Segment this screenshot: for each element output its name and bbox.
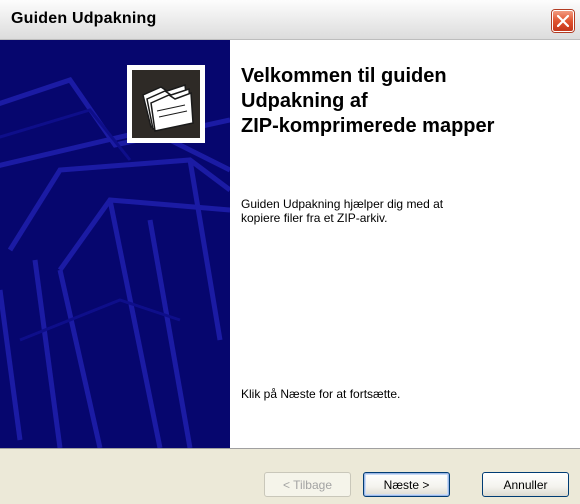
heading-line: Udpakning af [241, 90, 368, 112]
wizard-heading: Velkommen til guiden Udpakning af ZIP-ko… [241, 64, 571, 139]
continue-instruction: Klik på Næste for at fortsætte. [241, 387, 401, 401]
cancel-button[interactable]: Annuller [482, 472, 569, 497]
heading-line: Velkommen til guiden [241, 65, 447, 87]
wizard-side-panel [0, 40, 230, 448]
folder-stack-icon [127, 65, 205, 143]
wizard-description: Guiden Udpakning hjælper dig med at kopi… [241, 197, 561, 225]
heading-line: ZIP-komprimerede mapper [241, 115, 495, 137]
title-bar: Guiden Udpakning [0, 0, 580, 40]
next-button[interactable]: Næste > [363, 472, 450, 497]
close-icon [557, 15, 569, 27]
close-button[interactable] [552, 10, 574, 32]
back-button[interactable]: < Tilbage [264, 472, 351, 497]
description-line: kopiere filer fra et ZIP-arkiv. [241, 211, 388, 225]
button-bar: < Tilbage Næste > Annuller [0, 448, 580, 504]
description-line: Guiden Udpakning hjælper dig med at [241, 197, 444, 211]
window-title: Guiden Udpakning [11, 10, 157, 27]
